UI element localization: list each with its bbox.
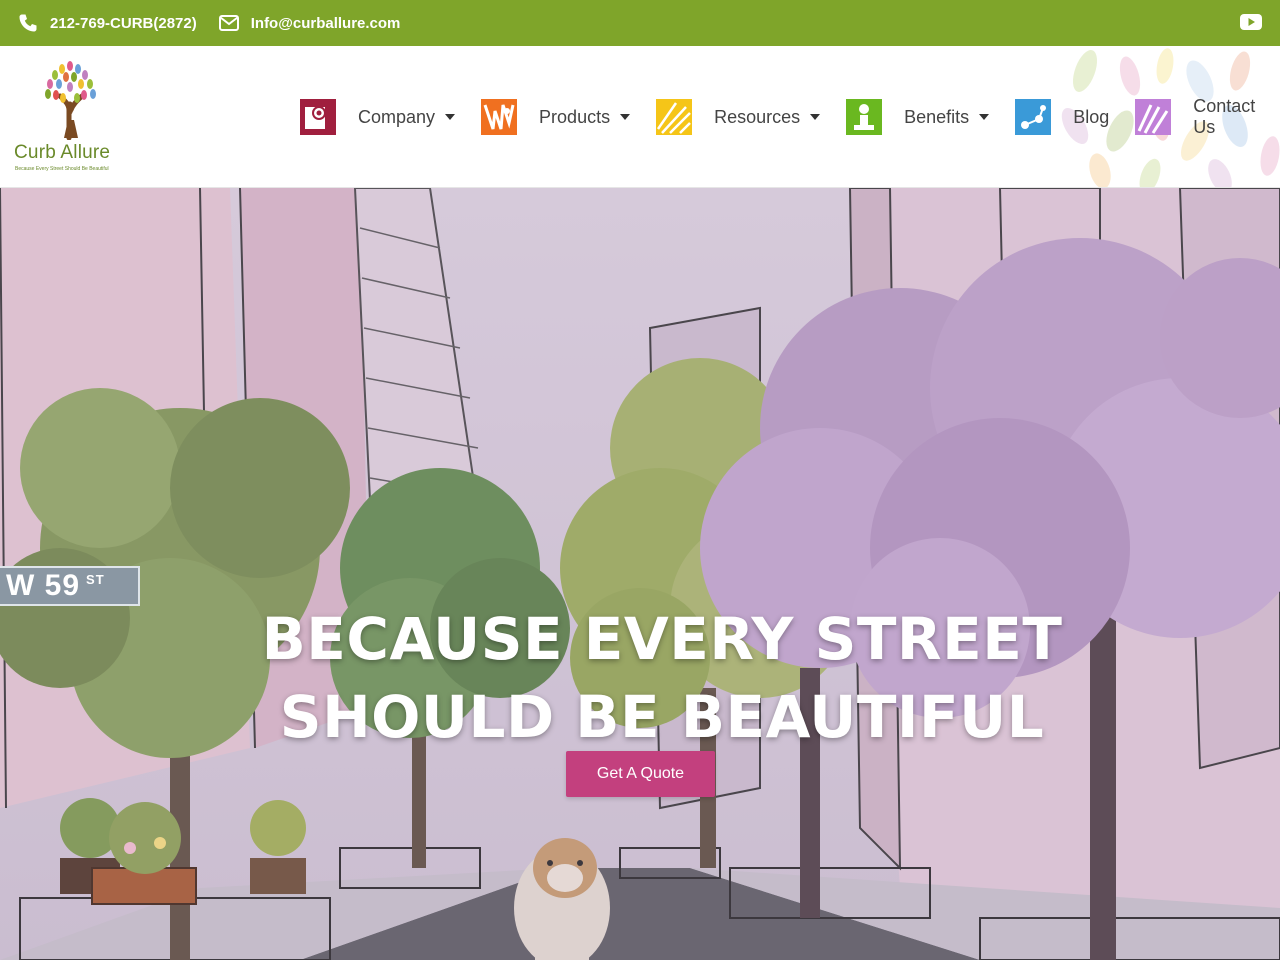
contact-icon: [1135, 99, 1172, 135]
email-link[interactable]: Info@curballure.com: [218, 14, 401, 32]
products-icon: [481, 99, 518, 135]
hero-headline: BECAUSE EVERY STREET SHOULD BE BEAUTIFUL: [0, 600, 1280, 756]
nav-item-products[interactable]: Products: [481, 99, 631, 135]
hero-banner: W 59 ST BECAUSE EVERY STREET SHOULD BE BE…: [0, 188, 1280, 960]
phone-icon: [18, 13, 38, 33]
tree-logo-icon: [45, 61, 96, 140]
get-a-quote-button[interactable]: Get A Quote: [566, 751, 715, 797]
phone-number: 212-769-CURB(2872): [50, 14, 197, 32]
street-sign-name: W 59: [6, 569, 81, 602]
nav-item-contact[interactable]: Contact Us: [1135, 96, 1280, 138]
chevron-down-icon: [810, 114, 821, 120]
nav-item-company[interactable]: Company: [300, 99, 456, 135]
nav-item-resources[interactable]: Resources: [656, 99, 821, 135]
resources-icon: [656, 99, 693, 135]
email-address: Info@curballure.com: [250, 14, 401, 32]
chevron-down-icon: [620, 114, 631, 120]
nav-label-resources: Resources: [714, 106, 801, 127]
envelope-icon: [218, 15, 239, 31]
nav-item-blog[interactable]: Blog: [1015, 99, 1109, 135]
benefits-icon: [846, 99, 883, 135]
top-contact-bar: 212-769-CURB(2872) Info@curballure.com: [0, 0, 1280, 46]
nav-label-blog: Blog: [1073, 106, 1110, 127]
logo-tagline: Because Every Street Should Be Beautiful: [15, 166, 109, 172]
hero-headline-line1: BECAUSE EVERY STREET: [261, 605, 1063, 673]
hero-headline-line2: SHOULD BE BEAUTIFUL: [279, 683, 1045, 751]
logo-brand-name: Curb Allure: [14, 142, 111, 163]
nav-item-benefits[interactable]: Benefits: [846, 99, 990, 135]
main-navigation: Company Products Resources Benefits Blog…: [300, 96, 1280, 138]
street-illustration: [0, 188, 1280, 960]
site-header: Curb Allure Because Every Street Should …: [0, 46, 1280, 188]
company-icon: [300, 99, 336, 135]
chevron-down-icon: [979, 114, 990, 120]
phone-link[interactable]: 212-769-CURB(2872): [18, 13, 197, 33]
nav-label-company: Company: [358, 106, 436, 127]
chevron-down-icon: [445, 114, 456, 120]
site-logo[interactable]: Curb Allure Because Every Street Should …: [12, 60, 124, 176]
youtube-icon[interactable]: [1240, 14, 1262, 30]
nav-label-products: Products: [539, 106, 611, 127]
nav-label-benefits: Benefits: [904, 106, 970, 127]
blog-icon: [1015, 99, 1052, 135]
nav-label-contact: Contact Us: [1193, 96, 1256, 137]
street-sign-suffix: ST: [86, 571, 105, 587]
